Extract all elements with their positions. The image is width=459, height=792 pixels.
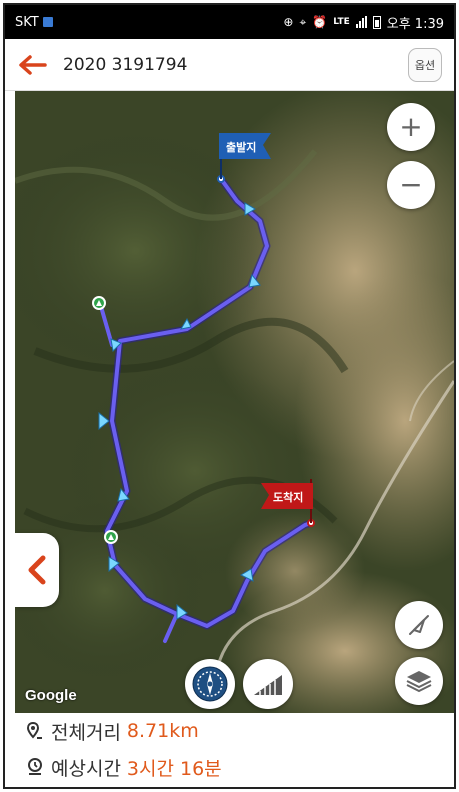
end-label: 도착지: [273, 491, 304, 504]
zoom-out-button[interactable]: −: [387, 161, 435, 209]
battery-icon: [372, 15, 381, 29]
distance-value: 8.71km: [126, 720, 199, 742]
distance-label: 전체거리: [51, 721, 121, 744]
chevron-left-icon: [28, 555, 46, 585]
status-bar: SKT ⊕ ⌖ ⏰ LTE 오후 1:39: [5, 5, 454, 39]
location-icon: ⌖: [299, 14, 307, 29]
signal-icon: [355, 16, 367, 28]
google-attribution: Google: [25, 687, 77, 704]
compass-button[interactable]: [185, 659, 235, 709]
distance-icon: [25, 721, 45, 741]
network-type: LTE: [333, 17, 350, 27]
time-value: 3시간 16분: [126, 757, 222, 780]
app-frame: SKT ⊕ ⌖ ⏰ LTE 오후 1:39 2020 3191794 옵션 출발…: [3, 3, 456, 789]
arrow-left-icon: [19, 54, 47, 75]
plus-icon: +: [399, 110, 423, 143]
clock: 오후 1:39: [386, 16, 444, 32]
compass-icon: [192, 666, 228, 702]
time-row: 예상시간 3시간 16분: [15, 749, 454, 785]
route-summary: 전체거리 8.71km 예상시간 3시간 16분: [15, 713, 454, 787]
options-label: 옵션: [414, 58, 436, 72]
start-label: 출발지: [226, 141, 257, 154]
notification-icon: [42, 17, 53, 27]
time-icon: [25, 757, 45, 777]
zoom-in-button[interactable]: +: [387, 103, 435, 151]
time-label: 예상시간: [51, 757, 121, 780]
location-off-button[interactable]: [395, 601, 443, 649]
page-title: 2020 3191794: [63, 54, 188, 75]
side-panel-toggle[interactable]: [15, 533, 59, 607]
distance-row: 전체거리 8.71km: [15, 713, 454, 749]
carrier-label: SKT: [15, 14, 39, 30]
options-button[interactable]: 옵션: [408, 47, 442, 82]
back-button[interactable]: [17, 45, 57, 85]
elevation-button[interactable]: [243, 659, 293, 709]
map-view[interactable]: 출발지 도착지 + − Google: [15, 91, 454, 713]
elevation-profile-icon: [254, 675, 282, 695]
minus-icon: −: [399, 168, 423, 201]
layers-icon: [406, 671, 432, 693]
top-app-bar: 2020 3191794 옵션: [5, 39, 454, 91]
alarm-icon: ⏰: [312, 15, 328, 29]
data-saver-icon: ⊕: [283, 15, 294, 29]
location-off-icon: [409, 615, 429, 635]
layers-button[interactable]: [395, 657, 443, 705]
